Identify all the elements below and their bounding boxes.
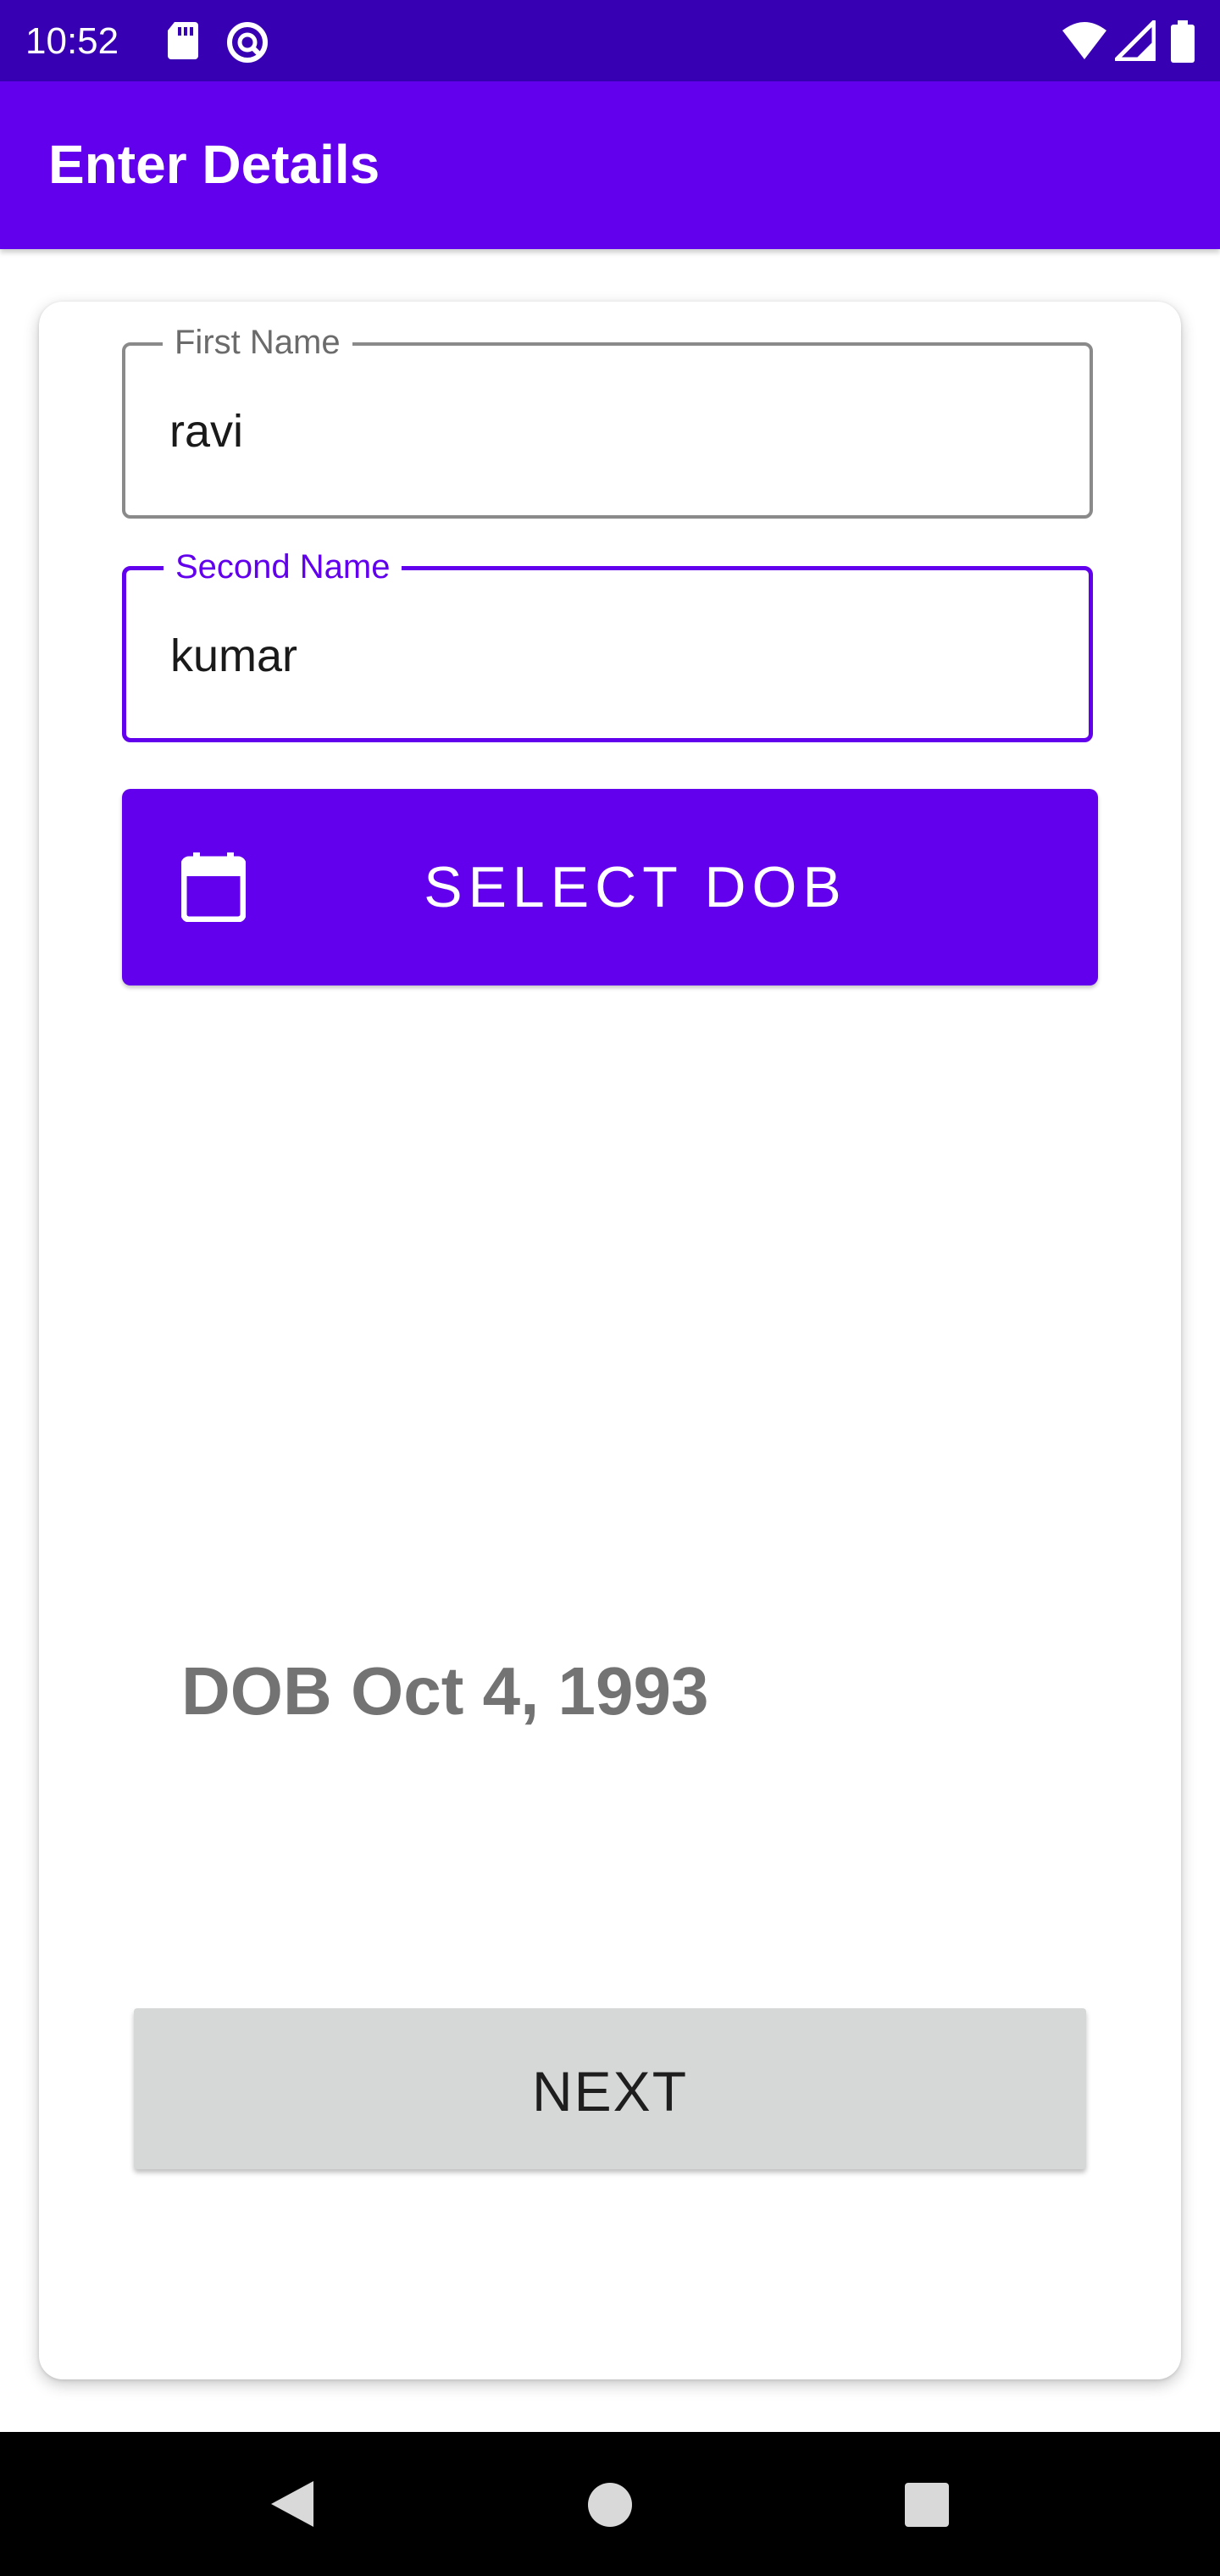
navigation-bar [0,2432,1220,2576]
wifi-icon [1061,20,1108,64]
status-time: 10:52 [25,20,119,62]
select-dob-button[interactable]: SELECT DOB [122,789,1098,985]
next-button[interactable]: NEXT [134,2008,1086,2169]
signal-icon [1114,19,1156,64]
select-dob-label: SELECT DOB [424,855,847,919]
sd-card-icon [166,20,200,64]
first-name-label: First Name [163,320,352,364]
second-name-input[interactable] [170,626,1018,686]
app-bar: Enter Details [0,81,1220,249]
recents-icon[interactable] [903,2481,951,2532]
dob-value-text: DOB Oct 4, 1993 [181,1653,709,1729]
back-icon[interactable] [268,2478,315,2534]
page-title: Enter Details [48,134,380,195]
first-name-input[interactable] [169,402,1017,461]
home-icon[interactable] [586,2481,634,2532]
battery-icon [1171,20,1195,66]
second-name-field[interactable]: Second Name [122,545,1093,742]
vpn-icon [225,20,269,68]
details-card: First Name Second Name SELECT DOB DOB Oc… [39,302,1181,2379]
second-name-label: Second Name [164,545,402,589]
status-bar: 10:52 [0,0,1220,81]
next-label: NEXT [531,2060,689,2123]
first-name-field[interactable]: First Name [122,320,1093,519]
